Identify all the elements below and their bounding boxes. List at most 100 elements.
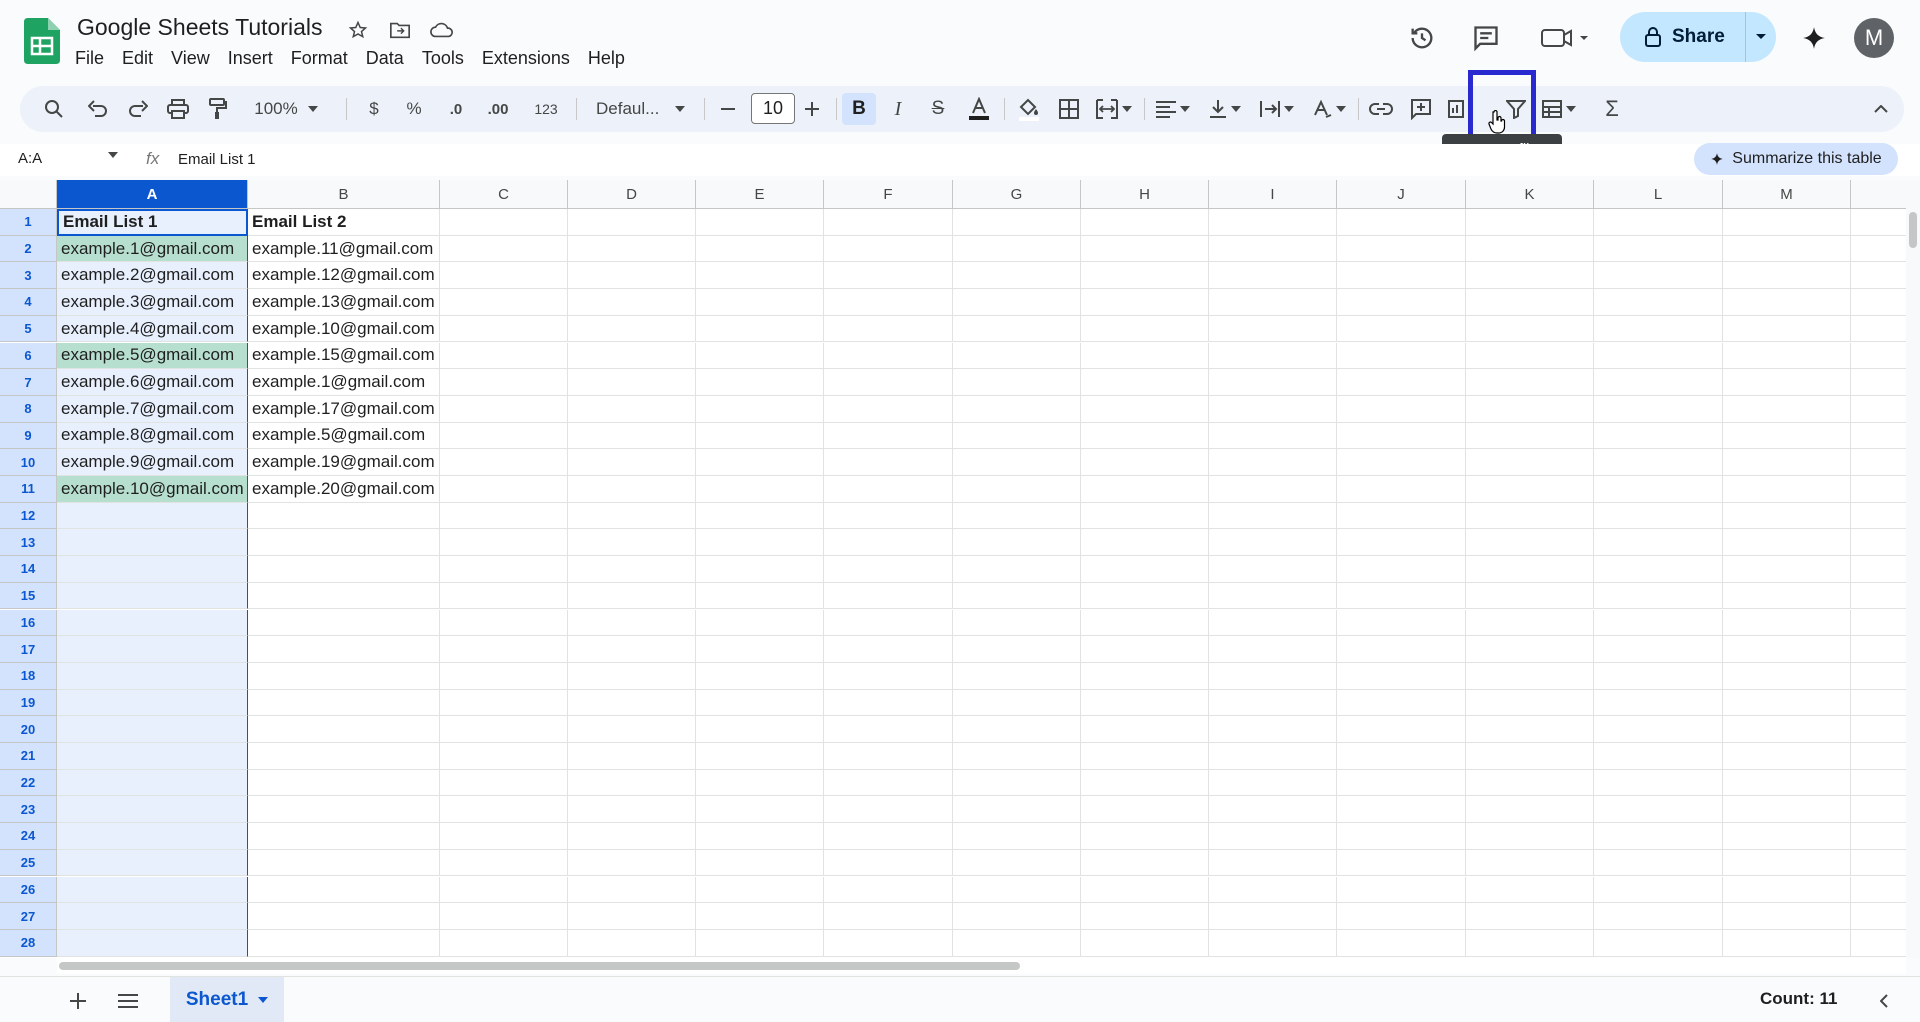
cell[interactable] xyxy=(824,796,953,824)
cell[interactable] xyxy=(248,662,440,690)
cell[interactable] xyxy=(953,716,1081,743)
cell[interactable] xyxy=(248,689,440,717)
cell[interactable] xyxy=(1851,503,1906,530)
cell[interactable] xyxy=(248,823,440,850)
cell[interactable] xyxy=(57,849,248,877)
cell[interactable] xyxy=(568,662,696,690)
cell[interactable] xyxy=(1851,850,1906,877)
sheets-logo-icon[interactable] xyxy=(24,18,60,64)
cell[interactable] xyxy=(696,689,824,717)
cell[interactable] xyxy=(1209,849,1337,877)
cell[interactable]: example.8@gmail.com xyxy=(57,422,248,450)
vertical-align-icon[interactable] xyxy=(1202,93,1248,125)
cell[interactable] xyxy=(1337,609,1466,637)
cell[interactable] xyxy=(1594,849,1723,877)
share-dropdown-button[interactable] xyxy=(1746,12,1776,62)
row-header[interactable]: 6 xyxy=(0,342,57,370)
cell[interactable] xyxy=(568,342,696,370)
row-header[interactable]: 11 xyxy=(0,476,57,503)
cell[interactable] xyxy=(568,823,696,850)
cell[interactable] xyxy=(440,262,568,290)
cell[interactable] xyxy=(440,769,568,797)
cell[interactable] xyxy=(696,903,824,930)
insert-comment-icon[interactable] xyxy=(1404,93,1438,125)
cell[interactable] xyxy=(1209,689,1337,717)
menu-format[interactable]: Format xyxy=(282,46,357,70)
cell[interactable]: example.11@gmail.com xyxy=(248,235,440,263)
cell[interactable] xyxy=(1337,315,1466,343)
cell[interactable] xyxy=(440,502,568,530)
cell[interactable] xyxy=(953,876,1081,904)
cell[interactable] xyxy=(1337,903,1466,930)
row-header[interactable]: 28 xyxy=(0,929,57,957)
cell[interactable] xyxy=(824,289,953,316)
summarize-table-button[interactable]: Summarize this table xyxy=(1694,143,1898,175)
cell[interactable] xyxy=(1337,582,1466,610)
cell[interactable] xyxy=(696,342,824,370)
cell[interactable] xyxy=(248,582,440,610)
cell[interactable] xyxy=(1081,369,1209,396)
cell[interactable] xyxy=(696,636,824,663)
bold-button[interactable]: B xyxy=(842,93,876,125)
all-sheets-icon[interactable] xyxy=(114,987,142,1015)
row-header[interactable]: 9 xyxy=(0,422,57,450)
row-header[interactable]: 18 xyxy=(0,662,57,690)
cell[interactable] xyxy=(1594,929,1723,957)
cell[interactable] xyxy=(57,716,248,743)
cell[interactable] xyxy=(1337,395,1466,423)
row-header[interactable]: 22 xyxy=(0,769,57,797)
cell[interactable] xyxy=(440,743,568,770)
decrease-decimal-button[interactable]: .0 xyxy=(438,93,474,125)
cell[interactable]: Email List 2 xyxy=(248,209,440,236)
cell[interactable] xyxy=(1851,529,1906,557)
cell[interactable] xyxy=(440,849,568,877)
cell[interactable] xyxy=(953,449,1081,476)
menu-data[interactable]: Data xyxy=(357,46,413,70)
cell[interactable] xyxy=(440,449,568,476)
cell[interactable] xyxy=(1209,395,1337,423)
zoom-select[interactable]: 100% xyxy=(246,93,326,125)
cell[interactable] xyxy=(953,369,1081,396)
cell[interactable] xyxy=(57,876,248,904)
row-header[interactable]: 2 xyxy=(0,235,57,263)
cell[interactable] xyxy=(953,422,1081,450)
cell[interactable] xyxy=(248,609,440,637)
cell[interactable] xyxy=(1851,316,1906,343)
cell[interactable] xyxy=(440,422,568,450)
cell[interactable] xyxy=(1209,342,1337,370)
column-header-extra[interactable] xyxy=(1851,180,1906,209)
cell[interactable] xyxy=(696,743,824,770)
cell[interactable] xyxy=(248,743,440,770)
cell[interactable] xyxy=(953,849,1081,877)
cell[interactable] xyxy=(1081,636,1209,663)
cell[interactable] xyxy=(248,903,440,930)
cell[interactable] xyxy=(1081,476,1209,503)
cell[interactable] xyxy=(1337,209,1466,236)
cell[interactable] xyxy=(1466,342,1594,370)
column-header-f[interactable]: F xyxy=(824,180,953,209)
cell[interactable] xyxy=(1723,289,1851,316)
cell[interactable]: Email List 1 xyxy=(57,209,248,236)
cell[interactable] xyxy=(1466,796,1594,824)
cell[interactable] xyxy=(1209,422,1337,450)
cell[interactable] xyxy=(1466,823,1594,850)
menu-view[interactable]: View xyxy=(162,46,219,70)
cell[interactable] xyxy=(1337,769,1466,797)
cell[interactable] xyxy=(1209,636,1337,663)
cell[interactable] xyxy=(1851,583,1906,610)
cell[interactable] xyxy=(1466,689,1594,717)
cell[interactable] xyxy=(1337,289,1466,316)
cell[interactable]: example.5@gmail.com xyxy=(248,422,440,450)
cell[interactable] xyxy=(953,582,1081,610)
cell[interactable] xyxy=(1466,609,1594,637)
cell[interactable] xyxy=(1723,422,1851,450)
number-format-button[interactable]: 123 xyxy=(526,93,566,125)
cell[interactable] xyxy=(568,716,696,743)
cell[interactable] xyxy=(1209,903,1337,930)
cell[interactable] xyxy=(1723,556,1851,583)
cell[interactable] xyxy=(1337,823,1466,850)
cell[interactable] xyxy=(440,689,568,717)
chevron-down-icon[interactable] xyxy=(258,997,269,1003)
cell[interactable] xyxy=(1337,876,1466,904)
star-icon[interactable] xyxy=(344,18,372,42)
